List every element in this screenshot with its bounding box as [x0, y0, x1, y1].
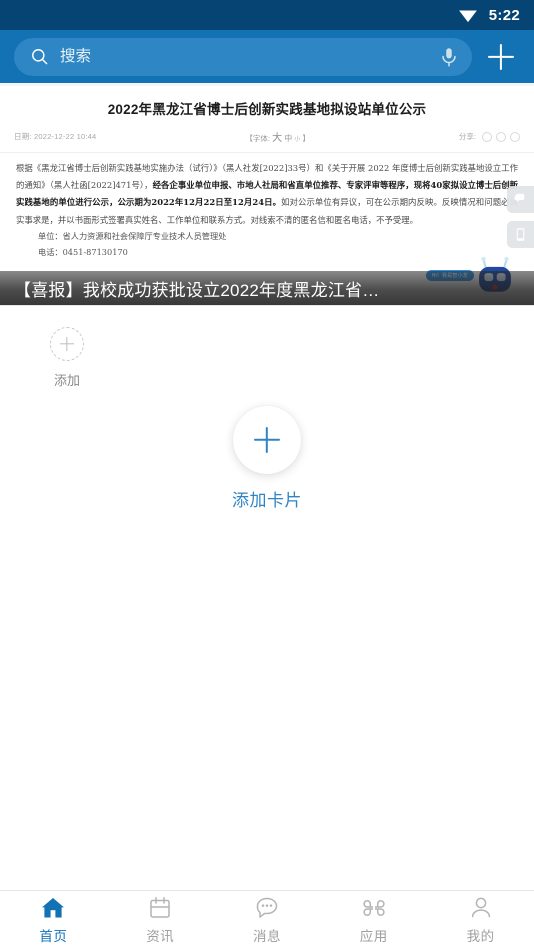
apps-icon — [363, 900, 385, 916]
search-header: 搜索 — [0, 30, 534, 83]
share-label: 分享: — [458, 132, 476, 141]
add-button[interactable] — [478, 34, 524, 80]
article-date-label: 日期: — [14, 132, 32, 141]
share-circle-icon-3[interactable] — [510, 131, 520, 142]
message-icon — [256, 897, 278, 918]
tab-home-label: 首页 — [39, 929, 68, 944]
article-meta-row: 日期: 2022-12-22 10:44 【字体: 大 中 小 】 分享: — [0, 129, 534, 153]
share-circle-icon-1[interactable] — [482, 131, 492, 142]
news-icon — [150, 897, 170, 918]
wifi-icon — [458, 10, 477, 23]
tab-profile[interactable]: 我的 — [427, 891, 534, 949]
news-banner[interactable]: 【喜报】我校成功获批设立2022年度黑龙江省… — [0, 271, 534, 305]
article-signature-unit: 单位：省人力资源和社会保障厅专业技术人员管理处 — [38, 230, 227, 241]
search-placeholder: 搜索 — [60, 47, 92, 65]
app-screen: 5:22 搜索 2022年黑龙江省博士后创新实践基地拟设站单位公示 日期: 20… — [0, 0, 534, 949]
search-input[interactable]: 搜索 — [14, 37, 472, 76]
share-circle-icon-2[interactable] — [496, 131, 506, 142]
plus-icon — [233, 406, 301, 474]
add-card-label: 添加卡片 — [232, 491, 302, 510]
news-banner-headline: 【喜报】我校成功获批设立2022年度黑龙江省… — [14, 280, 380, 300]
article-title: 2022年黑龙江省博士后创新实践基地拟设站单位公示 — [107, 102, 427, 117]
comment-bubble-button[interactable] — [507, 186, 534, 213]
tab-news[interactable]: 资讯 — [107, 891, 214, 949]
article-date: 日期: 2022-12-22 10:44 — [14, 131, 96, 142]
tab-message-label: 消息 — [252, 929, 281, 944]
search-icon — [32, 49, 48, 65]
tab-home[interactable]: 首页 — [0, 891, 107, 949]
microphone-icon[interactable] — [438, 46, 460, 68]
tab-message[interactable]: 消息 — [214, 891, 321, 949]
tab-news-label: 资讯 — [146, 929, 175, 944]
font-size-label: 【字体: — [245, 134, 270, 143]
article-date-value: 2022-12-22 10:44 — [33, 132, 97, 141]
font-size-small[interactable]: 小 — [294, 137, 300, 143]
status-bar-clock: 5:22 — [488, 6, 520, 24]
add-card-button[interactable]: 添加卡片 — [232, 406, 302, 511]
add-shortcut-button[interactable]: 添加 — [42, 327, 92, 389]
article-body: 根据《黑龙江省博士后创新实践基地实施办法（试行）》（黑人社发[2022]33号）… — [0, 153, 534, 229]
comment-bubble-icon — [514, 193, 525, 202]
news-card[interactable]: 2022年黑龙江省博士后创新实践基地拟设站单位公示 日期: 2022-12-22… — [0, 83, 534, 306]
add-shortcut-label: 添加 — [53, 373, 80, 388]
bottom-navigation: 首页 资讯 消息 应用 我的 — [0, 890, 534, 949]
home-icon — [42, 898, 65, 918]
tab-profile-label: 我的 — [466, 929, 495, 944]
tab-apps[interactable]: 应用 — [320, 891, 427, 949]
font-size-medium[interactable]: 中 — [284, 134, 292, 143]
font-size-control[interactable]: 【字体: 大 中 小 】 — [96, 129, 459, 144]
article-signature-phone: 电话：0451-87130170 — [38, 246, 128, 257]
profile-icon — [471, 897, 490, 918]
home-content-area: 添加 添加卡片 — [0, 306, 534, 889]
plus-icon — [50, 327, 84, 361]
mobile-device-icon — [516, 228, 525, 241]
share-controls: 分享: — [459, 131, 520, 142]
status-bar: 5:22 — [0, 0, 534, 30]
mobile-device-button[interactable] — [507, 221, 534, 248]
tab-apps-label: 应用 — [359, 929, 388, 944]
font-size-large[interactable]: 大 — [272, 133, 282, 144]
font-size-label-end: 】 — [302, 134, 310, 143]
